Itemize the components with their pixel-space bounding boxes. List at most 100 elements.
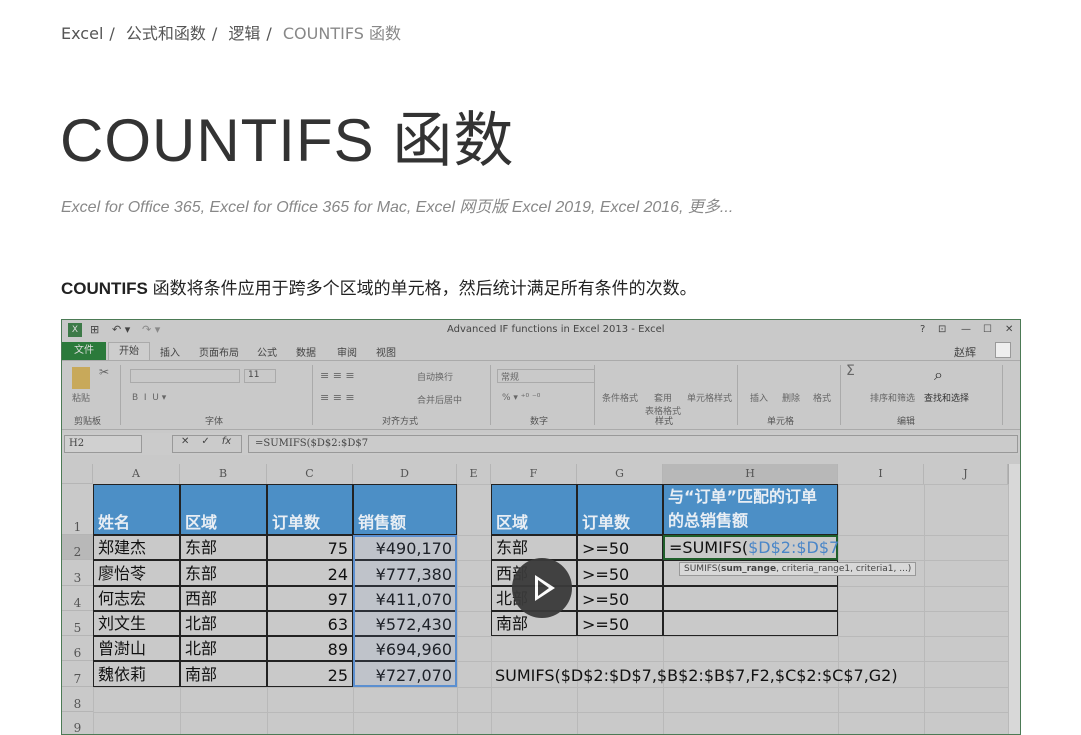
ribbon-display-button[interactable]: ⊡ — [938, 324, 946, 335]
conditional-format-button[interactable]: 条件格式 — [602, 391, 638, 404]
table-header-cell[interactable]: 姓名 — [93, 484, 180, 535]
criteria-cell[interactable]: 东部 — [491, 535, 577, 560]
criteria-cell[interactable]: >=50 — [577, 560, 663, 586]
table-cell[interactable]: 何志宏 — [93, 586, 180, 611]
criteria-header-cell[interactable]: 与“订单”匹配的订单的总销售额 — [663, 484, 838, 535]
table-cell[interactable]: 东部 — [180, 560, 267, 586]
table-header-cell[interactable]: 订单数 — [267, 484, 353, 535]
cut-icon[interactable]: ✂ — [99, 365, 109, 379]
align-top-icon[interactable]: ≡ ≡ ≡ — [320, 369, 355, 382]
tab-data[interactable]: 数据 — [296, 344, 316, 359]
column-header-A[interactable]: A — [93, 464, 180, 484]
close-button[interactable]: ✕ — [1005, 324, 1013, 335]
table-cell[interactable]: 97 — [267, 586, 353, 611]
active-cell-h2[interactable]: =SUMIFS($D$2:$D$7 — [663, 535, 839, 560]
vertical-scrollbar[interactable] — [1008, 464, 1020, 734]
undo-icon[interactable]: ↶ ▾ — [112, 323, 130, 336]
autosum-icon[interactable]: Σ — [846, 363, 855, 379]
cell-styles-button[interactable]: 单元格样式 — [687, 391, 732, 404]
save-icon[interactable]: ⊞ — [90, 323, 99, 336]
table-cell[interactable]: 25 — [267, 661, 353, 687]
align-left-icon[interactable]: ≡ ≡ ≡ — [320, 391, 355, 404]
table-cell[interactable]: 曾澍山 — [93, 636, 180, 661]
play-button[interactable] — [512, 558, 572, 618]
formula-input[interactable]: =SUMIFS($D$2:$D$7 — [248, 435, 1018, 453]
redo-icon[interactable]: ↷ ▾ — [142, 323, 160, 336]
table-cell[interactable]: 75 — [267, 535, 353, 560]
table-cell[interactable]: 北部 — [180, 636, 267, 661]
row-header-9[interactable]: 9 — [62, 712, 93, 734]
column-header-H[interactable]: H — [663, 464, 838, 484]
help-button[interactable]: ? — [920, 324, 925, 335]
find-select-button[interactable]: 查找和选择 — [924, 391, 969, 404]
table-cell[interactable]: 东部 — [180, 535, 267, 560]
table-cell[interactable]: 郑建杰 — [93, 535, 180, 560]
column-header-B[interactable]: B — [180, 464, 267, 484]
tab-review[interactable]: 审阅 — [337, 344, 357, 359]
delete-cells-button[interactable]: 删除 — [782, 391, 800, 404]
criteria-header-cell[interactable]: 区域 — [491, 484, 577, 535]
name-box[interactable]: H2 — [64, 435, 142, 453]
result-cell[interactable] — [663, 586, 838, 611]
maximize-button[interactable]: ☐ — [983, 324, 992, 335]
table-cell[interactable]: 南部 — [180, 661, 267, 687]
row-header-1[interactable]: 1 — [62, 484, 93, 535]
number-format-dropdown[interactable]: 常规 — [497, 369, 595, 383]
percent-button[interactable]: % ▾ ⁺⁰ ⁻⁰ — [502, 393, 540, 403]
breadcrumb-logic[interactable]: 逻辑 — [228, 24, 260, 43]
table-header-cell[interactable]: 区域 — [180, 484, 267, 535]
breadcrumb-formulas[interactable]: 公式和函数 — [126, 24, 206, 43]
font-name-dropdown[interactable] — [130, 369, 240, 383]
enter-icon[interactable]: ✓ — [201, 436, 209, 447]
minimize-button[interactable]: — — [961, 324, 971, 335]
column-header-I[interactable]: I — [838, 464, 924, 484]
column-header-J[interactable]: J — [924, 464, 1008, 484]
merge-center-button[interactable]: 合并后居中 — [417, 393, 462, 406]
row-header-2[interactable]: 2 — [62, 535, 93, 560]
table-header-cell[interactable]: 销售额 — [353, 484, 457, 535]
row-header-6[interactable]: 6 — [62, 636, 93, 661]
f7-formula-text[interactable]: SUMIFS($D$2:$D$7,$B$2:$B$7,F2,$C$2:$C$7,… — [491, 661, 902, 686]
applies-to[interactable]: Excel for Office 365, Excel for Office 3… — [61, 193, 733, 217]
table-cell[interactable]: 刘文生 — [93, 611, 180, 636]
result-cell[interactable] — [663, 611, 838, 636]
column-header-D[interactable]: D — [353, 464, 457, 484]
insert-cells-button[interactable]: 插入 — [750, 391, 768, 404]
font-size-dropdown[interactable]: 11 — [244, 369, 276, 383]
column-header-F[interactable]: F — [491, 464, 577, 484]
breadcrumb-excel[interactable]: Excel — [61, 24, 103, 43]
table-cell[interactable]: 魏依莉 — [93, 661, 180, 687]
tab-formulas[interactable]: 公式 — [257, 344, 277, 359]
table-cell[interactable]: 廖怡苓 — [93, 560, 180, 586]
tab-file[interactable]: 文件 — [62, 342, 106, 360]
table-cell[interactable]: 24 — [267, 560, 353, 586]
row-header-7[interactable]: 7 — [62, 661, 93, 687]
table-cell[interactable]: 89 — [267, 636, 353, 661]
row-header-4[interactable]: 4 — [62, 586, 93, 611]
fx-icon[interactable]: fx — [222, 436, 231, 447]
criteria-cell[interactable]: >=50 — [577, 611, 663, 636]
criteria-header-cell[interactable]: 订单数 — [577, 484, 663, 535]
user-name[interactable]: 赵辉 — [954, 344, 976, 360]
cancel-icon[interactable]: ✕ — [181, 436, 189, 447]
wrap-text-button[interactable]: 自动换行 — [417, 370, 453, 383]
column-header-C[interactable]: C — [267, 464, 353, 484]
tab-view[interactable]: 视图 — [376, 344, 396, 359]
row-header-5[interactable]: 5 — [62, 611, 93, 636]
select-all-corner[interactable] — [62, 464, 93, 484]
video-player[interactable]: X ⊞ ↶ ▾ ↷ ▾ Advanced IF functions in Exc… — [61, 319, 1021, 735]
tab-insert[interactable]: 插入 — [160, 344, 180, 359]
column-header-G[interactable]: G — [577, 464, 663, 484]
format-cells-button[interactable]: 格式 — [813, 391, 831, 404]
criteria-cell[interactable]: >=50 — [577, 535, 663, 560]
tab-page-layout[interactable]: 页面布局 — [199, 344, 239, 359]
column-header-E[interactable]: E — [457, 464, 491, 484]
criteria-cell[interactable]: >=50 — [577, 586, 663, 611]
table-cell[interactable]: 西部 — [180, 586, 267, 611]
row-header-3[interactable]: 3 — [62, 560, 93, 586]
tab-home[interactable]: 开始 — [108, 342, 150, 361]
paste-button[interactable]: 粘贴 — [72, 391, 90, 404]
bold-button[interactable]: B I U ▾ — [132, 393, 166, 403]
sort-filter-button[interactable]: 排序和筛选 — [870, 391, 915, 404]
row-header-8[interactable]: 8 — [62, 687, 93, 712]
